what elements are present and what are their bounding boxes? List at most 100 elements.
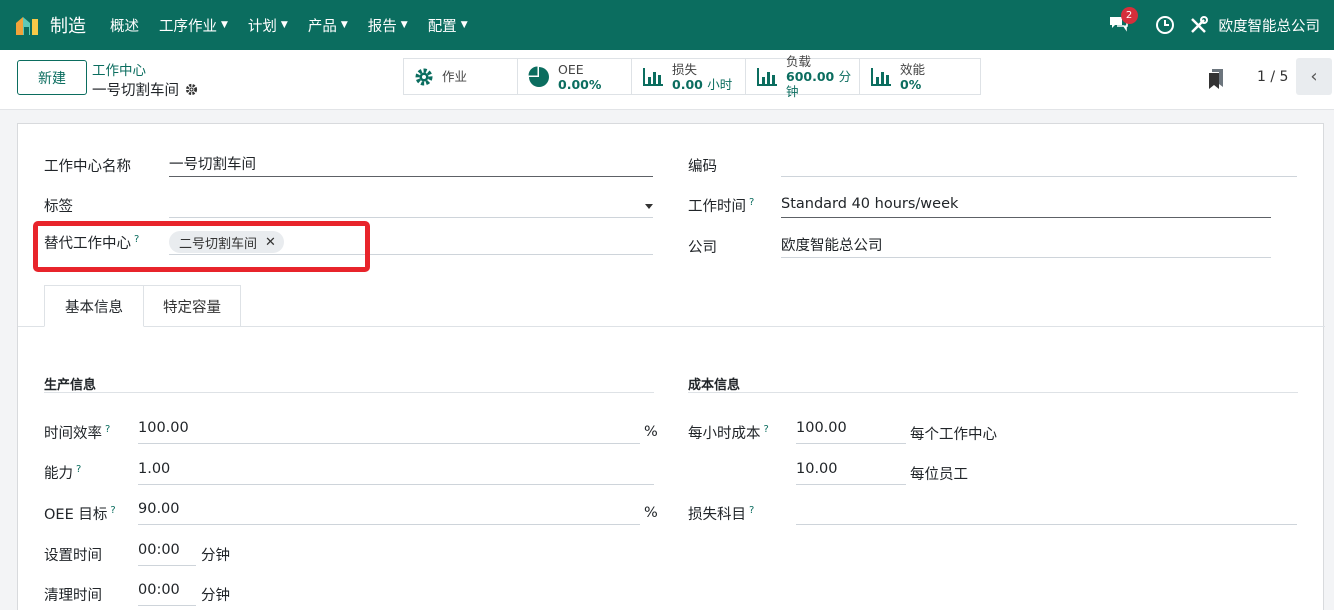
pager-previous-button[interactable]: ‹: [1296, 58, 1332, 95]
form-sheet: 工作中心名称 一号切割车间 标签 替代工作中心? 二号切割车间 ✕ 编码 工作时间…: [17, 123, 1325, 610]
menu-products[interactable]: 产品 ▼: [308, 15, 348, 36]
help-icon[interactable]: ?: [110, 505, 115, 516]
stat-label: 作业: [442, 69, 468, 84]
caret-down-icon: ▼: [340, 20, 348, 30]
capacity-label-text: 能力: [44, 466, 73, 482]
menu-configuration[interactable]: 配置 ▼: [428, 15, 468, 36]
tab-specific-capacity[interactable]: 特定容量: [144, 285, 241, 327]
new-button[interactable]: 新建: [17, 60, 87, 95]
help-icon[interactable]: ?: [105, 424, 110, 435]
section-divider: [44, 392, 654, 393]
menu-planning[interactable]: 计划 ▼: [248, 15, 288, 36]
help-icon[interactable]: ?: [749, 505, 754, 516]
efficiency-input[interactable]: 100.00: [138, 420, 640, 444]
menu-operations[interactable]: 工序作业 ▼: [159, 15, 228, 36]
setup-time-label: 设置时间: [44, 548, 102, 564]
top-navbar: 制造 概述 工序作业 ▼ 计划 ▼ 产品 ▼ 报告 ▼ 配置 ▼ 2 欧度智能总公司: [0, 0, 1334, 50]
oee-target-input[interactable]: 90.00: [138, 501, 640, 525]
per-employee-unit: 每位员工: [910, 467, 968, 483]
notebook-tabs: 基本信息 特定容量: [18, 285, 1325, 327]
stat-operations-button[interactable]: 作业: [404, 59, 518, 94]
stat-value: 0.00%: [558, 76, 602, 92]
company-input[interactable]: 欧度智能总公司: [781, 234, 1271, 258]
dropdown-caret-icon[interactable]: [645, 204, 653, 209]
cost-section-title: 成本信息: [688, 378, 741, 393]
help-icon[interactable]: ?: [749, 197, 754, 208]
app-name: 制造: [50, 16, 86, 37]
bar-chart-icon: [871, 67, 891, 86]
section-divider: [688, 392, 1298, 393]
tags-input[interactable]: [169, 194, 653, 218]
company-switcher[interactable]: 欧度智能总公司: [1219, 15, 1321, 36]
percent-unit: %: [644, 505, 658, 521]
menu-overview[interactable]: 概述: [110, 15, 139, 36]
help-icon[interactable]: ?: [76, 464, 81, 475]
oee-target-label-text: OEE 目标: [44, 507, 108, 523]
bookmark-icon[interactable]: [1207, 68, 1225, 90]
tags-label: 标签: [44, 199, 73, 215]
efficiency-label: 时间效率?: [44, 422, 110, 443]
stat-label: 损失: [672, 61, 698, 77]
messages-button[interactable]: 2: [1107, 7, 1138, 37]
stat-value: 600.00 分钟: [786, 69, 859, 99]
efficiency-label-text: 时间效率: [44, 426, 102, 442]
production-section-title: 生产信息: [44, 378, 97, 393]
menu-label: 计划: [247, 18, 277, 35]
stat-efficiency-button[interactable]: 效能 0%: [860, 59, 974, 94]
pager-counter[interactable]: 1 / 5: [1257, 69, 1288, 85]
loss-account-label: 损失科目?: [688, 503, 754, 524]
menu-label: 配置: [427, 18, 457, 35]
stat-loss-button[interactable]: 损失 0.00 小时: [632, 59, 746, 94]
menu-label: 产品: [307, 18, 337, 35]
capacity-input[interactable]: 1.00: [138, 461, 654, 485]
caret-down-icon: ▼: [280, 20, 288, 30]
debug-tools-icon[interactable]: [1189, 15, 1209, 35]
caret-down-icon: ▼: [221, 20, 228, 30]
cleanup-time-input[interactable]: 00:00: [138, 582, 196, 606]
stat-unit: 小时: [707, 76, 733, 92]
hourly-cost-input[interactable]: 100.00: [796, 420, 906, 444]
employee-cost-input[interactable]: 10.00: [796, 461, 906, 485]
stat-number: 0.00: [672, 76, 703, 92]
name-input[interactable]: 一号切割车间: [169, 153, 653, 177]
stat-value: 0.00 小时: [672, 77, 732, 92]
hourly-cost-label-text: 每小时成本: [688, 426, 761, 442]
annotation-highlight-box: [33, 221, 370, 272]
menu-reporting[interactable]: 报告 ▼: [368, 15, 408, 36]
caret-down-icon: ▼: [400, 20, 408, 30]
record-name: 一号切割车间: [92, 83, 179, 99]
per-workcenter-unit: 每个工作中心: [910, 427, 997, 443]
working-hours-input[interactable]: Standard 40 hours/week: [781, 194, 1271, 218]
cleanup-time-label: 清理时间: [44, 588, 102, 604]
stat-oee-button[interactable]: OEE 0.00%: [518, 59, 632, 94]
setup-time-input[interactable]: 00:00: [138, 542, 196, 566]
stat-value: 0%: [900, 76, 922, 92]
caret-down-icon: ▼: [460, 20, 468, 30]
bar-chart-icon: [757, 67, 777, 86]
manufacturing-logo-icon: [16, 17, 38, 35]
help-icon[interactable]: ?: [764, 424, 769, 435]
gear-icon: [415, 68, 433, 85]
stat-load-button[interactable]: 负载 600.00 分钟: [746, 54, 860, 99]
tab-general-info[interactable]: 基本信息: [44, 285, 144, 327]
loss-account-input[interactable]: [796, 501, 1297, 525]
percent-unit: %: [644, 424, 658, 440]
working-hours-label-text: 工作时间: [688, 199, 746, 215]
breadcrumb-work-centers[interactable]: 工作中心: [92, 59, 146, 79]
record-title: 一号切割车间: [92, 79, 198, 100]
hourly-cost-label: 每小时成本?: [688, 422, 769, 443]
code-label: 编码: [688, 159, 717, 175]
capacity-label: 能力?: [44, 462, 81, 483]
minutes-unit: 分钟: [201, 548, 230, 564]
menu-label: 工序作业: [159, 18, 217, 35]
control-panel: 新建 工作中心 一号切割车间 作业 OEE 0.00% 损失 0.00 小时 负…: [0, 50, 1334, 110]
code-input[interactable]: [781, 153, 1297, 177]
loss-account-label-text: 损失科目: [688, 507, 746, 523]
name-label: 工作中心名称: [44, 159, 131, 175]
app-brand[interactable]: 制造: [14, 12, 100, 38]
menu-label: 报告: [367, 18, 397, 35]
activity-clock-icon[interactable]: [1155, 15, 1175, 35]
company-label: 公司: [688, 240, 717, 256]
gear-icon[interactable]: [185, 83, 198, 96]
stat-label: 效能: [900, 61, 926, 77]
